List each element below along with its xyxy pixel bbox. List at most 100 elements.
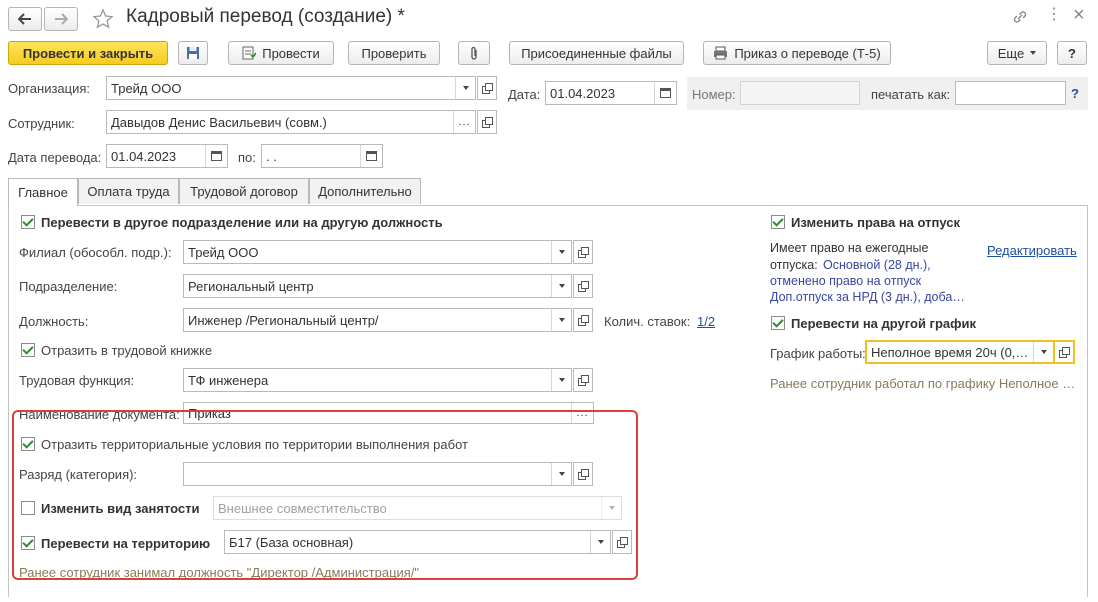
date-label: Дата: [508, 87, 541, 102]
date-field[interactable]: 01.04.2023 [545, 81, 677, 105]
help-button[interactable]: ? [1057, 41, 1087, 65]
schedule-field[interactable]: Неполное время 20ч (0,5ст [865, 340, 1055, 364]
schedule-label: График работы: [770, 346, 866, 361]
calendar-button[interactable] [360, 145, 382, 167]
org-open-button[interactable] [477, 76, 497, 100]
territory-field[interactable]: Б17 (База основная) [224, 530, 611, 554]
dropdown-icon[interactable] [551, 309, 571, 331]
print-as-field[interactable] [955, 81, 1066, 105]
post-button[interactable]: Провести [228, 41, 334, 65]
dropdown-icon[interactable] [551, 369, 571, 391]
territory-value: Б17 (База основная) [229, 534, 354, 550]
grade-field[interactable] [183, 462, 572, 486]
rates-label: Колич. ставок: [604, 314, 691, 329]
open-icon [482, 117, 493, 128]
print-order-label: Приказ о переводе (Т-5) [734, 45, 881, 61]
select-button[interactable]: ... [571, 403, 593, 423]
calendar-button[interactable] [205, 145, 227, 167]
employment-type-field: Внешнее совместительство [213, 496, 622, 520]
entitled-text-1: Имеет право на ежегодные [770, 241, 929, 255]
edit-vacation-link[interactable]: Редактировать [987, 243, 1077, 258]
check-button[interactable]: Проверить [348, 41, 440, 65]
tab-additional[interactable]: Дополнительно [309, 178, 421, 204]
open-icon [578, 315, 589, 326]
employee-field[interactable]: Давыдов Денис Васильевич (совм.) ... [106, 110, 476, 134]
post-and-close-button[interactable]: Провести и закрыть [8, 41, 168, 65]
calendar-icon [211, 151, 222, 161]
dropdown-icon[interactable] [1033, 342, 1053, 362]
save-button[interactable] [178, 41, 208, 65]
workbook-checkbox[interactable] [21, 343, 35, 357]
tab-main[interactable]: Главное [8, 178, 78, 206]
transfer-date-field[interactable]: 01.04.2023 [106, 144, 228, 168]
close-icon[interactable]: × [1073, 4, 1085, 27]
print-order-button[interactable]: Приказ о переводе (Т-5) [703, 41, 891, 65]
entitled-text-2: отпуска: [770, 258, 818, 272]
printer-icon [714, 46, 728, 60]
dropdown-icon[interactable] [551, 463, 571, 485]
post-button-label: Провести [262, 45, 320, 61]
doc-name-field[interactable]: Приказ ... [183, 402, 594, 424]
link-icon[interactable] [1011, 9, 1029, 25]
schedule-transfer-checkbox[interactable] [771, 316, 785, 330]
open-icon [578, 247, 589, 258]
territorial-checkbox[interactable] [21, 437, 35, 451]
schedule-transfer-label: Перевести на другой график [791, 316, 977, 331]
labor-func-open-button[interactable] [573, 368, 593, 392]
select-button[interactable]: ... [453, 111, 475, 133]
open-icon [1059, 347, 1070, 358]
branch-value: Трейд ООО [188, 244, 259, 260]
vacation-rights-checkbox[interactable] [771, 215, 785, 229]
open-icon [482, 83, 493, 94]
back-button[interactable] [8, 7, 42, 31]
tab-contract[interactable]: Трудовой договор [179, 178, 309, 204]
date-value: 01.04.2023 [550, 85, 616, 101]
schedule-open-button[interactable] [1055, 340, 1075, 364]
favorite-star-icon[interactable] [92, 8, 114, 30]
save-icon [187, 47, 199, 59]
transfer-dept-checkbox[interactable] [21, 215, 35, 229]
vacation-main: Основной (28 дн.), [823, 258, 931, 272]
calendar-icon [660, 88, 671, 98]
dropdown-icon[interactable] [590, 531, 610, 553]
number-field[interactable] [740, 81, 860, 105]
to-date-field[interactable]: . . [261, 144, 383, 168]
number-label: Номер: [692, 87, 736, 102]
position-open-button[interactable] [573, 308, 593, 332]
attach-button[interactable] [458, 41, 490, 65]
org-field[interactable]: Трейд ООО [106, 76, 476, 100]
employment-type-checkbox[interactable] [21, 501, 35, 515]
dept-field[interactable]: Региональный центр [183, 274, 572, 298]
position-field[interactable]: Инженер /Региональный центр/ [183, 308, 572, 332]
dept-open-button[interactable] [573, 274, 593, 298]
dropdown-icon[interactable] [551, 275, 571, 297]
dropdown-icon[interactable] [455, 77, 475, 99]
employment-type-label: Изменить вид занятости [41, 501, 200, 516]
employee-open-button[interactable] [477, 110, 497, 134]
forward-button[interactable] [44, 7, 78, 31]
grade-open-button[interactable] [573, 462, 593, 486]
help-link[interactable]: ? [1071, 86, 1079, 101]
labor-func-label: Трудовая функция: [19, 373, 135, 388]
window-title: Кадровый перевод (создание) * [126, 6, 405, 27]
dropdown-icon[interactable] [551, 241, 571, 263]
more-button[interactable]: Еще [987, 41, 1047, 65]
dropdown-icon [601, 497, 621, 519]
branch-field[interactable]: Трейд ООО [183, 240, 572, 264]
territory-checkbox[interactable] [21, 536, 35, 550]
rates-link[interactable]: 1/2 [697, 314, 715, 329]
calendar-button[interactable] [654, 82, 676, 104]
more-button-label: Еще [997, 45, 1025, 61]
transfer-date-label: Дата перевода: [8, 150, 102, 165]
tab-payment[interactable]: Оплата труда [78, 178, 179, 204]
branch-open-button[interactable] [573, 240, 593, 264]
attached-files-button[interactable]: Присоединенные файлы [509, 41, 684, 65]
open-icon [578, 375, 589, 386]
chevron-down-icon [1030, 51, 1037, 55]
print-as-label: печатать как: [871, 87, 951, 102]
grade-label: Разряд (категория): [19, 467, 138, 482]
labor-func-field[interactable]: ТФ инженера [183, 368, 572, 392]
previous-position-note: Ранее сотрудник занимал должность "Дирек… [19, 565, 420, 580]
territory-open-button[interactable] [612, 530, 632, 554]
more-vertical-icon[interactable]: ⋮ [1046, 6, 1062, 24]
